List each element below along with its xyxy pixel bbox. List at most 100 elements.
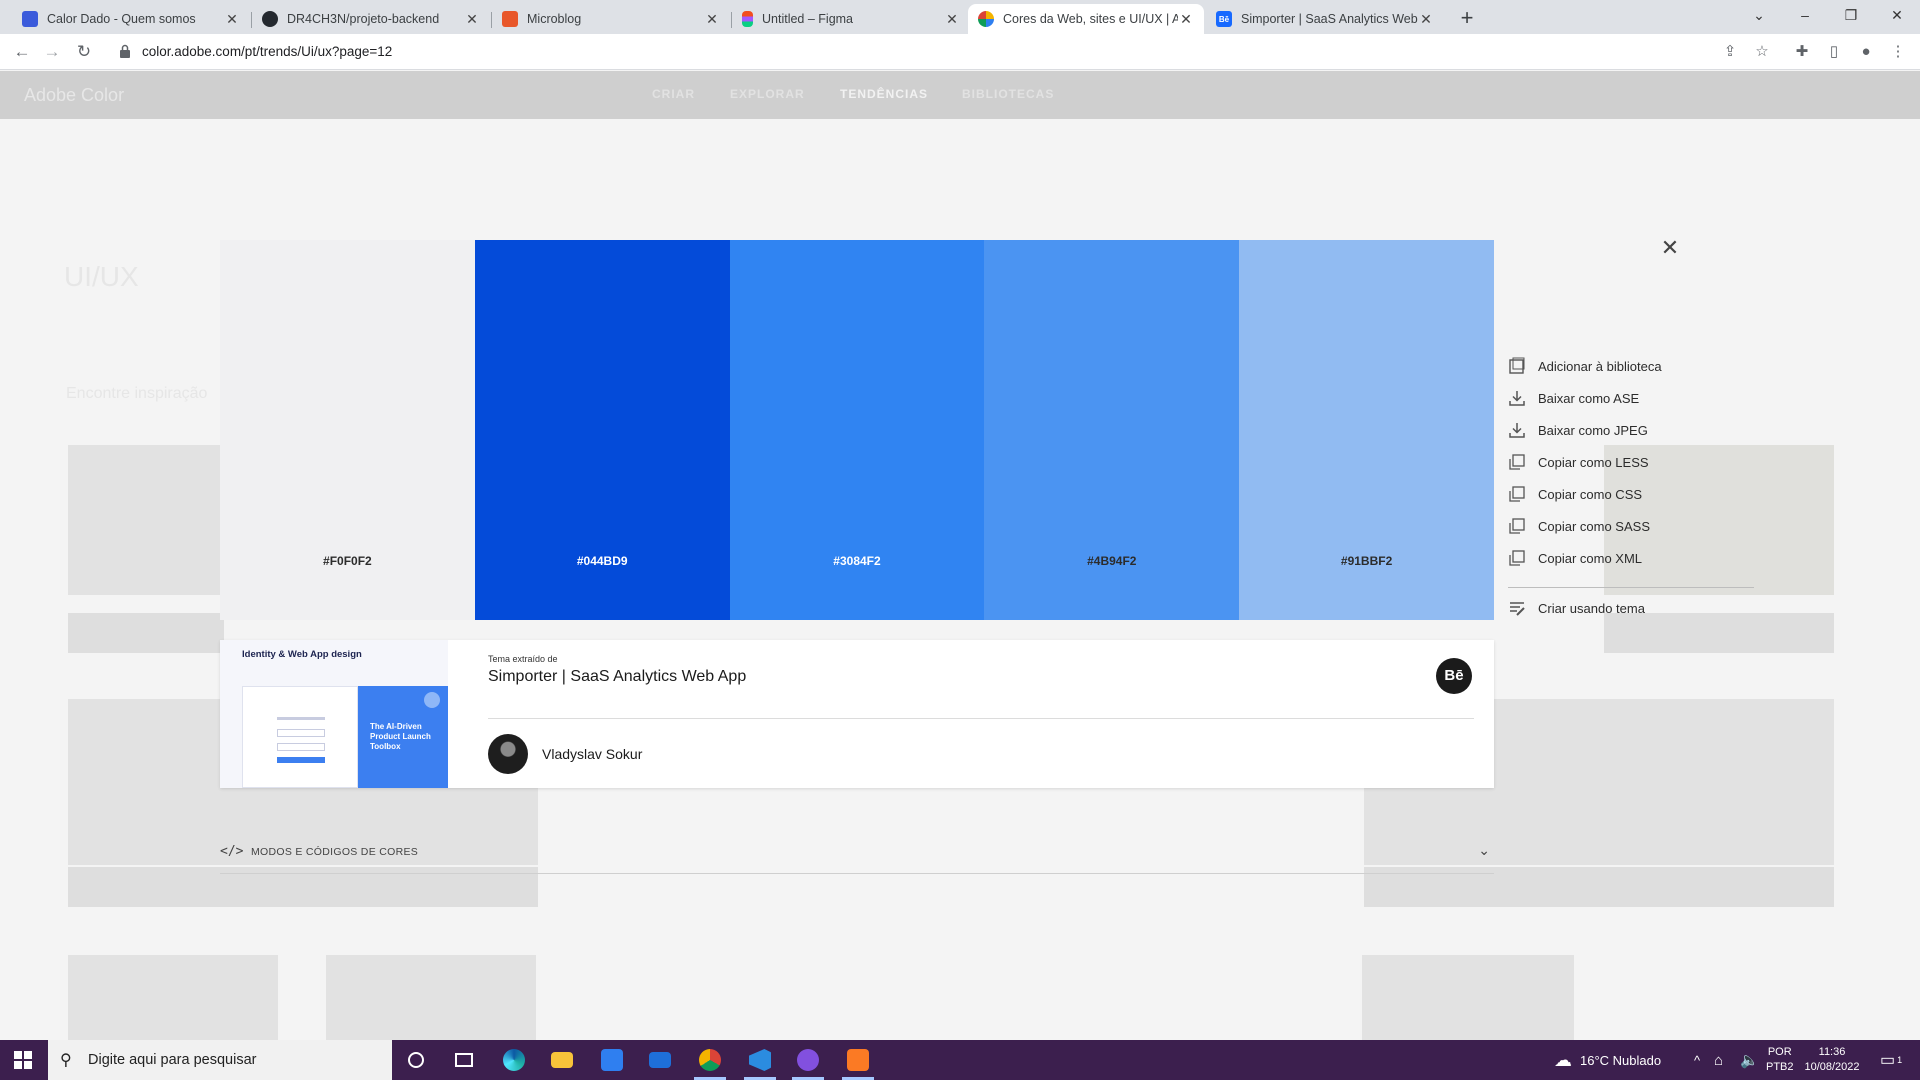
- minimize-button[interactable]: –: [1782, 0, 1828, 30]
- microsoft-store-icon[interactable]: [588, 1040, 636, 1080]
- back-icon[interactable]: ←: [10, 40, 34, 64]
- cortana-icon[interactable]: [392, 1040, 440, 1080]
- side-panel-icon[interactable]: ▯: [1822, 40, 1846, 64]
- windows-start-icon[interactable]: [14, 1051, 32, 1069]
- menu-label: Copiar como SASS: [1538, 518, 1650, 534]
- copy-icon: [1509, 486, 1525, 502]
- file-explorer-icon[interactable]: [538, 1040, 586, 1080]
- copy-css-button[interactable]: Copiar como CSS: [1508, 478, 1758, 510]
- tab-close-icon[interactable]: ✕: [224, 11, 240, 28]
- behance-logo-icon[interactable]: Bē: [1436, 658, 1472, 694]
- copy-icon: [1509, 454, 1525, 470]
- nav-libraries[interactable]: BIBLIOTECAS: [962, 87, 1054, 101]
- swatch-5[interactable]: #91BBF2: [1239, 240, 1494, 620]
- behance-icon: Bē: [1216, 11, 1232, 27]
- bookmark-star-icon[interactable]: ☆: [1750, 40, 1774, 64]
- copy-xml-button[interactable]: Copiar como XML: [1508, 542, 1758, 574]
- color-modes-accordion[interactable]: </> MODOS E CÓDIGOS DE CORES ⌄: [220, 836, 1494, 874]
- add-to-library-button[interactable]: Adicionar à biblioteca: [1508, 350, 1758, 382]
- close-window-button[interactable]: ✕: [1874, 0, 1920, 30]
- nav-create[interactable]: CRIAR: [652, 87, 695, 101]
- thumbnail-heading: Identity & Web App design: [242, 649, 362, 660]
- create-with-theme-button[interactable]: Criar usando tema: [1508, 592, 1758, 624]
- source-title[interactable]: Simporter | SaaS Analytics Web App: [488, 668, 746, 686]
- tab-close-icon[interactable]: ✕: [1418, 11, 1434, 28]
- create-theme-icon: [1510, 602, 1525, 616]
- profile-avatar-icon[interactable]: ●: [1854, 40, 1878, 64]
- tab-close-icon[interactable]: ✕: [944, 11, 960, 28]
- adobe-color-icon: [978, 11, 994, 27]
- address-bar[interactable]: color.adobe.com/pt/trends/Ui/ux?page=12: [108, 38, 1900, 66]
- swatch-1[interactable]: #F0F0F2: [220, 240, 475, 620]
- notification-icon: ▭: [1880, 1052, 1896, 1069]
- url-text[interactable]: color.adobe.com/pt/trends/Ui/ux?page=12: [142, 44, 392, 59]
- language-code: POR: [1767, 1046, 1792, 1058]
- menu-kebab-icon[interactable]: ⋮: [1886, 40, 1910, 64]
- github-desktop-icon[interactable]: [784, 1040, 832, 1080]
- download-jpeg-button[interactable]: Baixar como JPEG: [1508, 414, 1758, 446]
- author-name[interactable]: Vladyslav Sokur: [542, 746, 642, 762]
- tab-search-chevron-icon[interactable]: ⌄: [1736, 0, 1782, 30]
- menu-label: Baixar como JPEG: [1538, 422, 1648, 438]
- menu-label: Criar usando tema: [1538, 600, 1645, 616]
- library-icon: [1509, 357, 1525, 374]
- tab-calor-dado[interactable]: Calor Dado - Quem somos ✕: [12, 4, 250, 34]
- theme-source-card: Identity & Web App design The AI-Driven …: [220, 640, 1494, 788]
- clock[interactable]: 11:36 10/08/2022: [1800, 1040, 1864, 1080]
- share-icon[interactable]: ⇪: [1718, 40, 1742, 64]
- copy-less-button[interactable]: Copiar como LESS: [1508, 446, 1758, 478]
- tab-figma[interactable]: Untitled – Figma ✕: [732, 4, 970, 34]
- mail-icon[interactable]: [636, 1040, 684, 1080]
- browser-toolbar: ← → ↻ color.adobe.com/pt/trends/Ui/ux?pa…: [0, 34, 1920, 70]
- language-indicator[interactable]: POR PTB2: [1766, 1040, 1794, 1080]
- swatch-2[interactable]: #044BD9: [474, 240, 730, 620]
- tab-title: Cores da Web, sites e UI/UX | Ad: [1003, 12, 1178, 26]
- forward-icon[interactable]: →: [40, 40, 64, 64]
- weather-widget[interactable]: ☁ 16°C Nublado: [1554, 1040, 1661, 1080]
- bg-theme-strip: [68, 613, 224, 653]
- download-ase-button[interactable]: Baixar como ASE: [1508, 382, 1758, 414]
- menu-label: Copiar como CSS: [1538, 486, 1643, 502]
- reload-icon[interactable]: ↻: [72, 40, 96, 64]
- notification-count: 1: [1897, 1055, 1903, 1065]
- extensions-icon[interactable]: ✚: [1790, 40, 1814, 64]
- author-avatar[interactable]: [488, 734, 528, 774]
- tab-title: Calor Dado - Quem somos: [47, 12, 196, 26]
- edge-icon[interactable]: [490, 1040, 538, 1080]
- download-icon: [1509, 423, 1525, 438]
- chevron-down-icon[interactable]: ⌄: [1478, 842, 1490, 859]
- menu-label: Copiar como XML: [1538, 550, 1643, 566]
- chrome-icon[interactable]: [686, 1040, 734, 1080]
- tab-close-icon[interactable]: ✕: [1178, 11, 1194, 28]
- tab-behance[interactable]: Bē Simporter | SaaS Analytics Web A ✕: [1206, 4, 1444, 34]
- code-icon: </>: [220, 844, 244, 859]
- task-view-icon[interactable]: [440, 1040, 488, 1080]
- swatch-4[interactable]: #4B94F2: [984, 240, 1240, 620]
- page-title: UI/UX: [64, 261, 139, 292]
- notification-center-icon[interactable]: ▭ 1: [1880, 1040, 1902, 1080]
- network-icon[interactable]: ⌂: [1714, 1040, 1723, 1080]
- taskbar-search-box[interactable]: ⚲ Digite aqui para pesquisar: [48, 1040, 392, 1080]
- tab-title: Untitled – Figma: [762, 12, 854, 26]
- bg-theme-card: [1362, 955, 1574, 1040]
- vscode-icon[interactable]: [736, 1040, 784, 1080]
- nav-explore[interactable]: EXPLORAR: [730, 87, 805, 101]
- clock-date: 10/08/2022: [1804, 1061, 1860, 1073]
- new-tab-button[interactable]: +: [1454, 6, 1480, 32]
- tab-microblog[interactable]: Microblog ✕: [492, 4, 730, 34]
- copy-sass-button[interactable]: Copiar como SASS: [1508, 510, 1758, 542]
- tab-github[interactable]: DR4CH3N/projeto-backend ✕: [252, 4, 490, 34]
- tab-adobe-color[interactable]: Cores da Web, sites e UI/UX | Ad ✕: [968, 4, 1204, 34]
- tray-overflow-icon[interactable]: ^: [1694, 1040, 1700, 1080]
- tab-close-icon[interactable]: ✕: [704, 11, 720, 28]
- xampp-icon[interactable]: [834, 1040, 882, 1080]
- swatch-3[interactable]: #3084F2: [729, 240, 985, 620]
- maximize-button[interactable]: ❐: [1828, 0, 1874, 30]
- nav-trends[interactable]: TENDÊNCIAS: [840, 87, 928, 101]
- bg-theme-card: [326, 955, 536, 1040]
- close-icon[interactable]: ✕: [1658, 236, 1682, 260]
- source-thumbnail[interactable]: Identity & Web App design The AI-Driven …: [220, 640, 448, 788]
- thumbnail-banner-text: The AI-Driven Product Launch Toolbox: [370, 722, 431, 751]
- tab-close-icon[interactable]: ✕: [464, 11, 480, 28]
- volume-icon[interactable]: 🔈: [1740, 1040, 1759, 1080]
